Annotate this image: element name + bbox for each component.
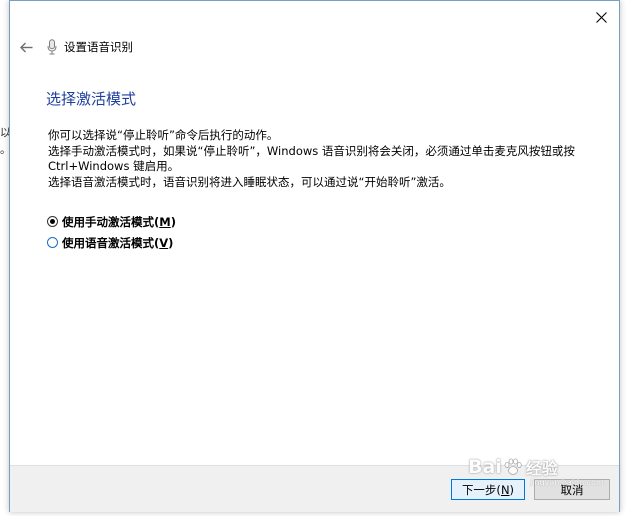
navigation-bar: 设置语音识别: [16, 37, 133, 57]
manual-activation-label: 使用手动激活模式(M): [62, 214, 176, 229]
window-title: 设置语音识别: [64, 40, 133, 54]
description-line: 选择语音激活模式时，语音识别将进入睡眠状态，可以通过说“开始聆听”激活。: [48, 174, 451, 189]
manual-activation-radio[interactable]: [47, 216, 58, 227]
description-line: 你可以选择说“停止聆听”命令后执行的动作。: [48, 128, 279, 142]
microphone-icon: [46, 38, 58, 56]
background-window: 以 。: [0, 0, 11, 516]
manual-activation-option[interactable]: 使用手动激活模式(M): [47, 212, 176, 231]
description: 你可以选择说“停止聆听”命令后执行的动作。 选择手动激活模式时，如果说“停止聆听…: [48, 128, 618, 190]
back-button[interactable]: [16, 37, 36, 57]
voice-activation-radio[interactable]: [47, 237, 58, 248]
voice-activation-label: 使用语音激活模式(V): [62, 235, 174, 250]
description-line: 选择手动激活模式时，如果说“停止聆听”，Windows 语音识别将会关闭，必须通…: [48, 143, 575, 158]
next-button[interactable]: 下一步(N): [451, 479, 525, 500]
watermark-url: jingyan.baidu.com: [530, 478, 604, 487]
activation-mode-options: 使用手动激活模式(M) 使用语音激活模式(V): [47, 212, 176, 254]
back-arrow-icon: [19, 42, 32, 52]
speech-setup-dialog: 设置语音识别 选择激活模式 你可以选择说“停止聆听”命令后执行的动作。 选择手动…: [9, 0, 620, 512]
baidu-watermark: Bai 经验: [468, 455, 558, 479]
paw-icon: [504, 458, 522, 475]
page-heading: 选择激活模式: [46, 90, 137, 108]
voice-activation-option[interactable]: 使用语音激活模式(V): [47, 233, 176, 252]
close-button[interactable]: [591, 7, 611, 27]
radio-selected-dot: [50, 219, 55, 224]
watermark-brand-right: 经验: [525, 459, 558, 478]
watermark-brand-left: Bai: [468, 456, 502, 478]
close-icon: [595, 11, 607, 23]
description-line: Ctrl+Windows 键启用。: [48, 159, 180, 173]
